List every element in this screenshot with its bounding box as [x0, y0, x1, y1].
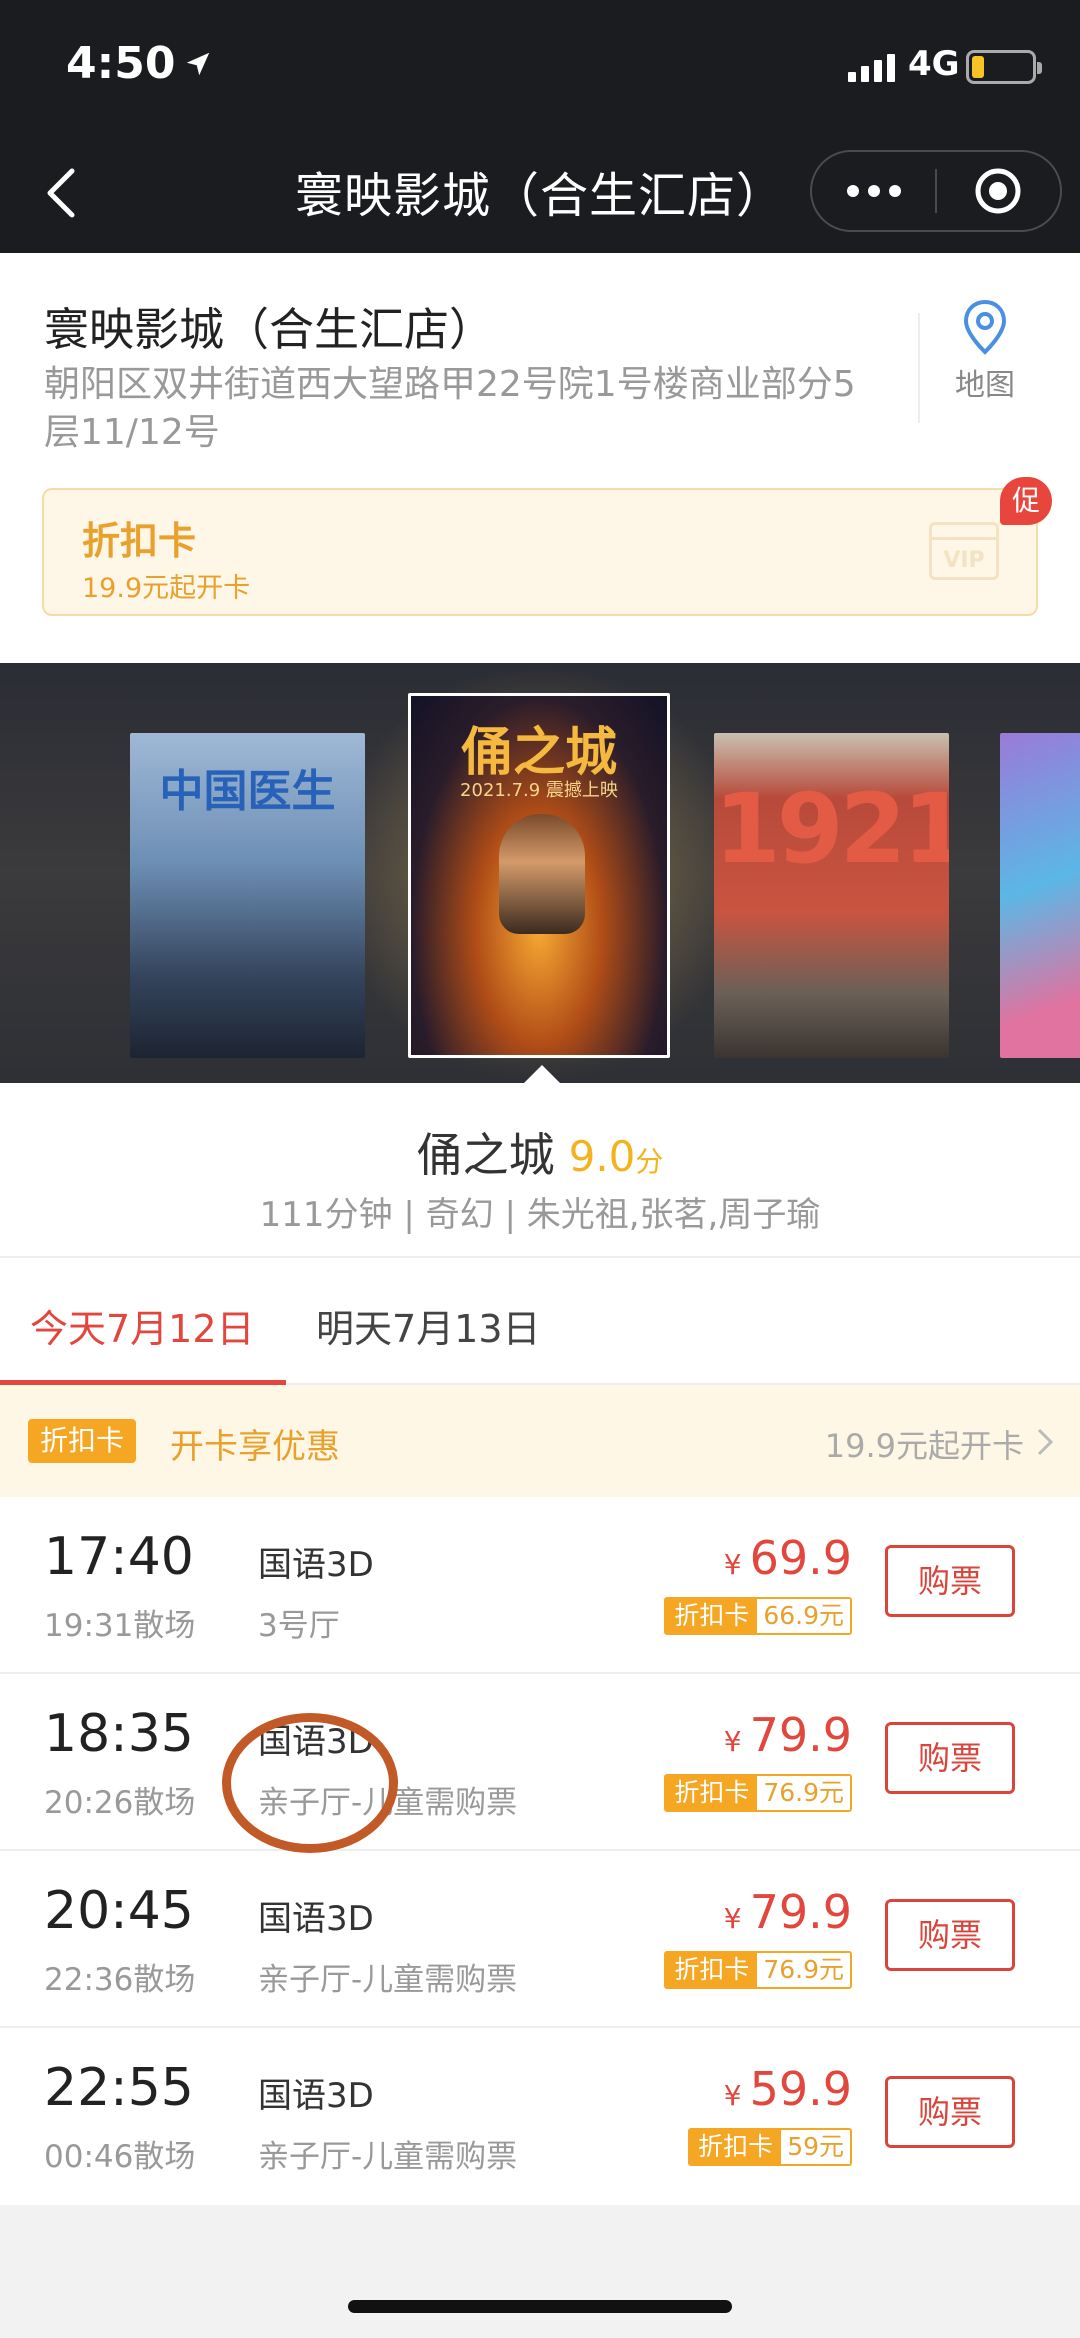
clock-text: 4:50 — [66, 38, 176, 89]
buy-ticket-button[interactable]: 购票 — [885, 1545, 1015, 1617]
movie-info: 俑之城 9.0分 111分钟 | 奇幻 | 朱光祖,张茗,周子瑜 — [0, 1083, 1080, 1258]
poster-item-selected[interactable]: 俑之城 2021.7.9 震撼上映 — [408, 693, 670, 1058]
discount-card-subtitle: 19.9元起开卡 — [82, 573, 251, 604]
card-price: 折扣卡 59元 — [688, 2128, 852, 2166]
network-type: 4G — [908, 44, 960, 84]
hall-name: 3号厅 — [258, 1608, 340, 1644]
poster-item[interactable]: 中国医生 — [130, 733, 365, 1058]
card-price-value: 76.9元 — [757, 1953, 850, 1987]
price: ¥59.9 — [724, 2062, 852, 2116]
card-price: 折扣卡 66.9元 — [664, 1597, 852, 1635]
end-time: 19:31散场 — [44, 1608, 196, 1644]
currency-symbol: ¥ — [723, 1725, 742, 1758]
currency-symbol: ¥ — [723, 1902, 742, 1935]
divider — [918, 313, 920, 423]
home-indicator[interactable] — [348, 2300, 732, 2313]
card-price-label: 折扣卡 — [666, 1776, 758, 1810]
language-format: 国语3D — [258, 1899, 374, 1939]
poster-date: 2021.7.9 震撼上映 — [460, 780, 618, 801]
top-bar: 4:50 4G 寰映影城（合生汇店） — [0, 0, 1080, 253]
hall-name: 亲子厅-儿童需购票 — [258, 1962, 518, 1998]
end-time: 20:26散场 — [44, 1785, 196, 1821]
promo-badge: 促 — [1000, 477, 1052, 525]
hall-name: 亲子厅-儿童需购票 — [258, 2139, 518, 2175]
location-pin-icon — [963, 299, 1007, 355]
price-value: 69.9 — [749, 1531, 852, 1585]
annotation-circle — [222, 1713, 398, 1853]
price: ¥79.9 — [724, 1708, 852, 1762]
poster-item[interactable] — [1000, 733, 1080, 1058]
buy-ticket-button[interactable]: 购票 — [885, 1899, 1015, 1971]
start-time: 18:35 — [44, 1704, 194, 1764]
card-price: 折扣卡 76.9元 — [664, 1951, 852, 1989]
start-time: 22:55 — [44, 2058, 194, 2118]
movie-title-line: 俑之城 9.0分 — [0, 1119, 1080, 1185]
discount-card-row[interactable]: 折扣卡 开卡享优惠 19.9元起开卡 — [0, 1385, 1080, 1497]
selection-pointer — [524, 1065, 560, 1083]
buy-ticket-button[interactable]: 购票 — [885, 2076, 1015, 2148]
date-tabs: 今天7月12日 明天7月13日 — [0, 1258, 1080, 1385]
price-value: 79.9 — [749, 1885, 852, 1939]
language-format: 国语3D — [258, 2076, 374, 2116]
poster-item[interactable]: 1921 — [714, 733, 949, 1058]
showtime-list: 17:40 19:31散场 国语3D 3号厅 ¥69.9 折扣卡 66.9元 购票… — [0, 1497, 1080, 2205]
card-price-label: 折扣卡 — [666, 1599, 758, 1633]
poster-title: 1921 — [714, 773, 949, 885]
card-price: 折扣卡 76.9元 — [664, 1774, 852, 1812]
price-value: 59.9 — [749, 2062, 852, 2116]
card-price-label: 折扣卡 — [690, 2130, 782, 2164]
cinema-address: 朝阳区双井街道西大望路甲22号院1号楼商业部分5层11/12号 — [44, 364, 856, 453]
tab-today[interactable]: 今天7月12日 — [30, 1298, 255, 1353]
discount-card-title: 折扣卡 — [82, 519, 197, 563]
language-format: 国语3D — [258, 1545, 374, 1585]
showtime-row: 17:40 19:31散场 国语3D 3号厅 ¥69.9 折扣卡 66.9元 购票 — [0, 1497, 1080, 1674]
card-price-value: 59元 — [781, 2130, 850, 2164]
movie-name: 俑之城 — [416, 1128, 555, 1182]
bottom-area — [0, 2205, 1080, 2338]
cinema-info: 寰映影城（合生汇店） 朝阳区双井街道西大望路甲22号院1号楼商业部分5层11/1… — [0, 253, 1080, 663]
tab-tomorrow[interactable]: 明天7月13日 — [316, 1298, 541, 1353]
discount-promo-text: 开卡享优惠 — [170, 1427, 340, 1467]
price: ¥69.9 — [724, 1531, 852, 1585]
card-price-value: 76.9元 — [757, 1776, 850, 1810]
poster-title: 中国医生 — [159, 766, 336, 817]
vip-card-icon: VIP — [929, 522, 999, 580]
movie-meta: 111分钟 | 奇幻 | 朱光祖,张茗,周子瑜 — [259, 1195, 821, 1235]
status-time: 4:50 — [66, 38, 213, 89]
target-icon[interactable] — [937, 166, 1060, 216]
poster-figure — [499, 814, 585, 934]
currency-symbol: ¥ — [723, 1548, 742, 1581]
more-dots-icon[interactable] — [812, 185, 935, 197]
score-unit: 分 — [635, 1145, 664, 1178]
chevron-right-icon — [1037, 1428, 1054, 1456]
buy-ticket-button[interactable]: 购票 — [885, 1722, 1015, 1794]
card-price-label: 折扣卡 — [666, 1953, 758, 1987]
end-time: 22:36散场 — [44, 1962, 196, 1998]
discount-tag: 折扣卡 — [28, 1419, 137, 1463]
map-button[interactable]: 地图 — [940, 298, 1030, 404]
discount-open-price: 19.9元起开卡 — [824, 1427, 1024, 1465]
signal-icon — [848, 52, 895, 82]
showtime-row: 22:55 00:46散场 国语3D 亲子厅-儿童需购票 ¥59.9 折扣卡 59… — [0, 2028, 1080, 2205]
location-arrow-icon — [187, 52, 210, 75]
showtime-row: 20:45 22:36散场 国语3D 亲子厅-儿童需购票 ¥79.9 折扣卡 76… — [0, 1851, 1080, 2028]
cinema-name: 寰映影城（合生汇店） — [44, 303, 495, 356]
poster-title: 俑之城 — [460, 723, 617, 783]
mini-program-capsule — [810, 150, 1062, 232]
price-value: 79.9 — [749, 1708, 852, 1762]
status-bar: 4:50 4G — [0, 0, 1080, 130]
price: ¥79.9 — [724, 1885, 852, 1939]
map-label: 地图 — [955, 368, 1015, 403]
currency-symbol: ¥ — [723, 2079, 742, 2112]
battery-icon — [966, 50, 1042, 84]
movie-score: 9.0 — [568, 1132, 636, 1181]
showtime-row: 18:35 20:26散场 国语3D 亲子厅-儿童需购票 ¥79.9 折扣卡 76… — [0, 1674, 1080, 1851]
nav-bar: 寰映影城（合生汇店） — [0, 130, 1080, 253]
end-time: 00:46散场 — [44, 2139, 196, 2175]
start-time: 17:40 — [44, 1527, 194, 1587]
card-price-value: 66.9元 — [757, 1599, 850, 1633]
poster-carousel[interactable]: 中国医生 俑之城 2021.7.9 震撼上映 1921 — [0, 663, 1080, 1083]
start-time: 20:45 — [44, 1881, 194, 1941]
discount-card-banner[interactable]: 折扣卡 19.9元起开卡 VIP — [42, 488, 1038, 616]
